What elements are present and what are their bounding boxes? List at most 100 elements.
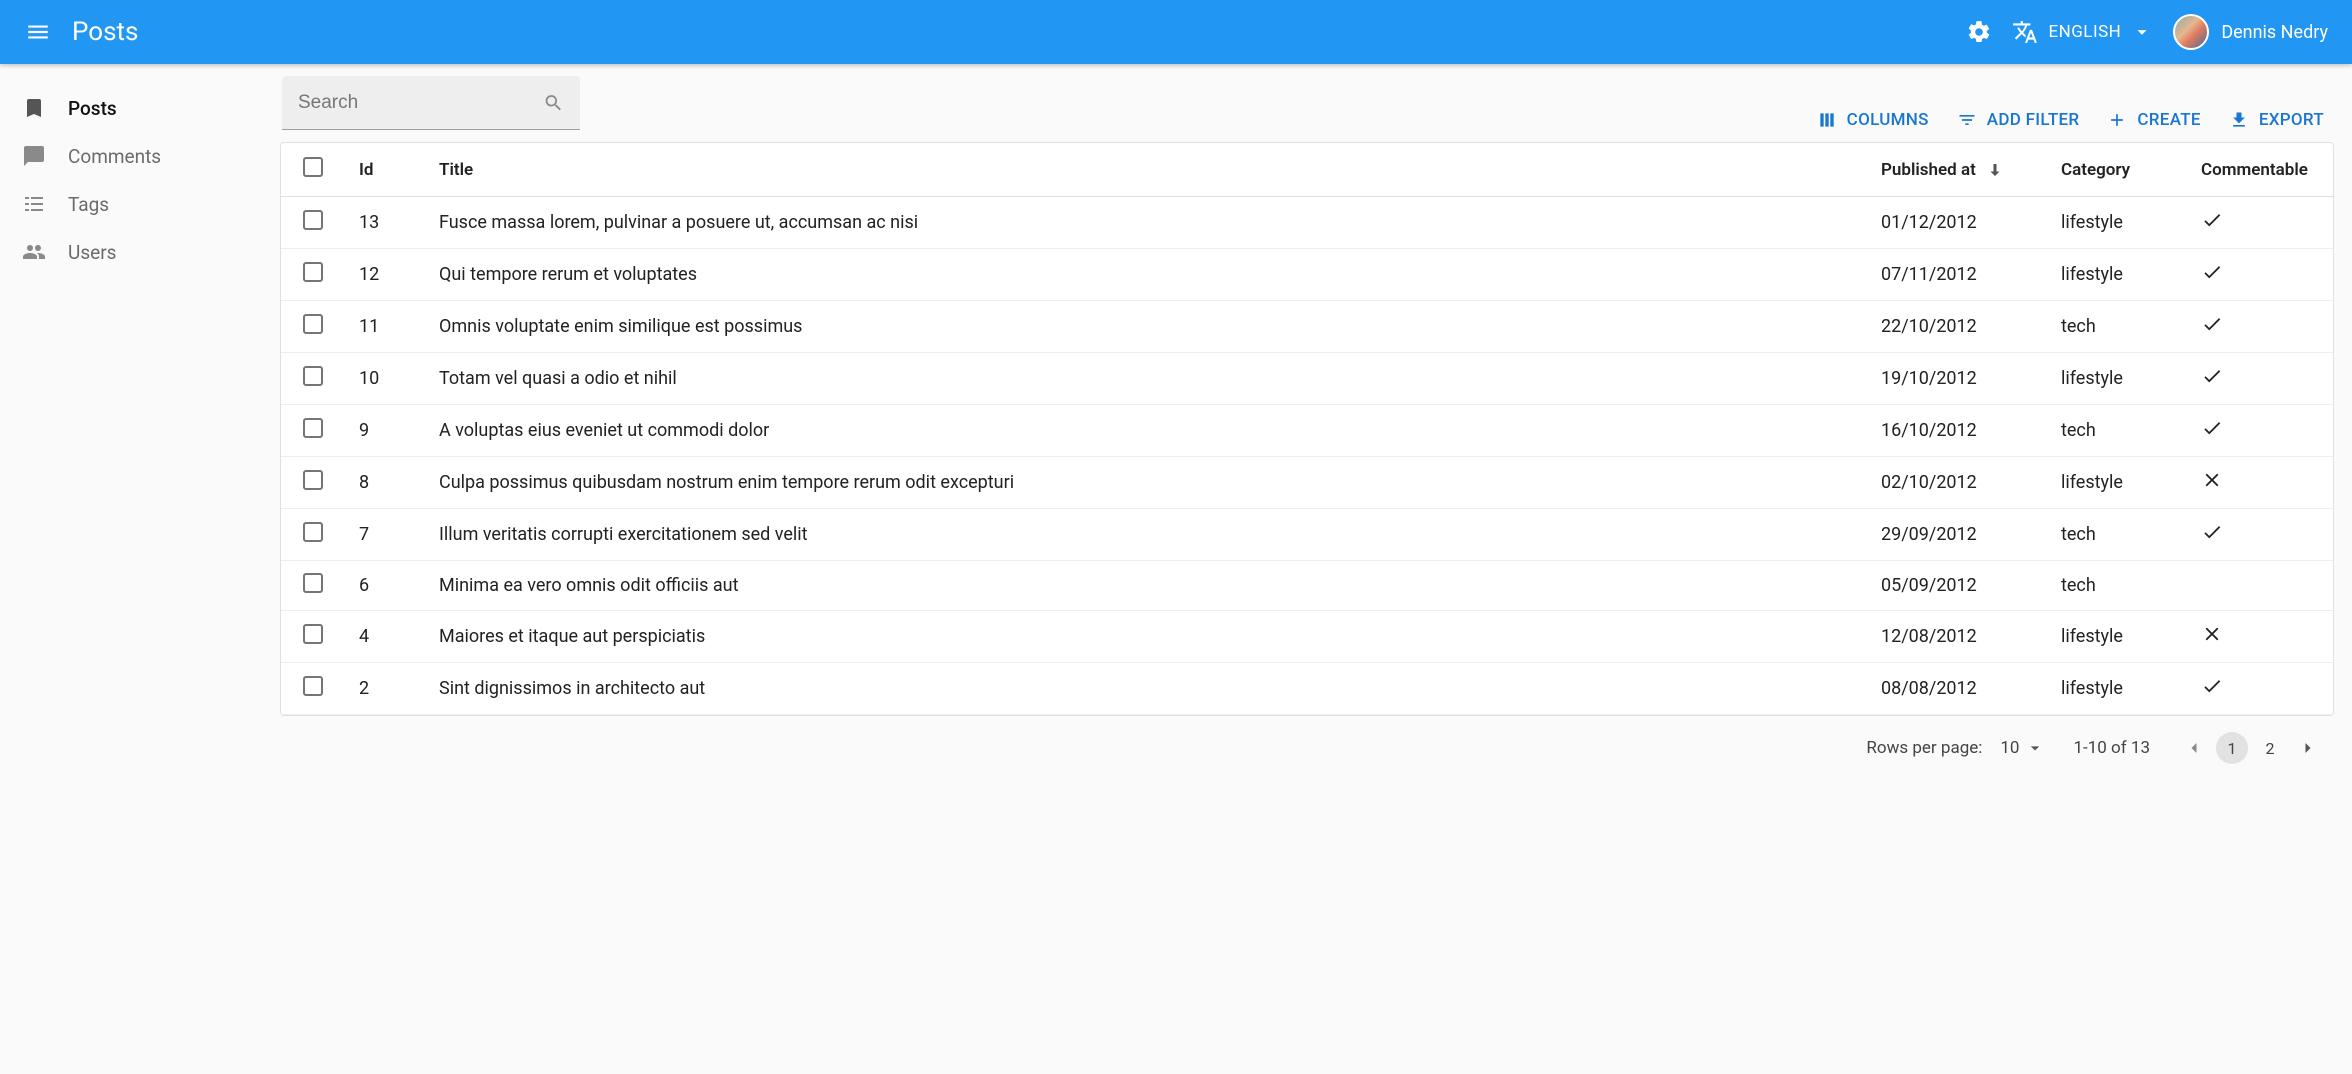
- menu-button[interactable]: [24, 18, 52, 46]
- table-row[interactable]: 10Totam vel quasi a odio et nihil19/10/2…: [281, 353, 2333, 405]
- avatar: [2173, 14, 2209, 50]
- main-content: COLUMNS ADD FILTER CREATE EXPORT: [280, 64, 2352, 786]
- check-icon: [2201, 261, 2223, 283]
- check-icon: [2201, 417, 2223, 439]
- cell-title: Sint dignissimos in architecto aut: [421, 663, 1863, 715]
- col-id[interactable]: Id: [341, 143, 421, 197]
- cell-category: lifestyle: [2043, 197, 2183, 249]
- select-all-checkbox[interactable]: [303, 157, 323, 177]
- row-checkbox[interactable]: [303, 573, 323, 593]
- cell-id: 7: [341, 509, 421, 561]
- export-button[interactable]: EXPORT: [2229, 110, 2324, 130]
- check-icon: [2201, 675, 2223, 697]
- cell-category: tech: [2043, 509, 2183, 561]
- table-body: 13Fusce massa lorem, pulvinar a posuere …: [281, 197, 2333, 715]
- page-1-button[interactable]: 1: [2216, 732, 2248, 764]
- page-2-button[interactable]: 2: [2254, 732, 2286, 764]
- search-input[interactable]: [298, 92, 543, 114]
- sidebar-item-comments[interactable]: Comments: [0, 132, 280, 180]
- language-selector[interactable]: ENGLISH: [2012, 19, 2153, 45]
- sidebar-item-label: Users: [68, 241, 116, 264]
- check-icon: [2201, 209, 2223, 231]
- table-row[interactable]: 6Minima ea vero omnis odit officiis aut0…: [281, 561, 2333, 611]
- cell-commentable: [2183, 663, 2333, 715]
- search-field[interactable]: [282, 76, 580, 130]
- row-checkbox[interactable]: [303, 262, 323, 282]
- bookmark-icon: [22, 96, 46, 120]
- table-row[interactable]: 2Sint dignissimos in architecto aut08/08…: [281, 663, 2333, 715]
- cell-commentable: [2183, 509, 2333, 561]
- cell-category: tech: [2043, 405, 2183, 457]
- download-icon: [2229, 110, 2249, 130]
- table-row[interactable]: 13Fusce massa lorem, pulvinar a posuere …: [281, 197, 2333, 249]
- rows-per-page-select[interactable]: 10: [2000, 738, 2045, 758]
- row-checkbox[interactable]: [303, 418, 323, 438]
- table-row[interactable]: 9A voluptas eius eveniet ut commodi dolo…: [281, 405, 2333, 457]
- rows-per-page-value: 10: [2000, 738, 2019, 758]
- translate-icon: [2012, 19, 2038, 45]
- cell-id: 8: [341, 457, 421, 509]
- cell-title: Illum veritatis corrupti exercitationem …: [421, 509, 1863, 561]
- next-page-button[interactable]: [2292, 732, 2324, 764]
- menu-icon: [25, 19, 51, 45]
- cell-commentable: [2183, 611, 2333, 663]
- close-icon: [2201, 469, 2223, 491]
- check-icon: [2201, 521, 2223, 543]
- check-icon: [2201, 313, 2223, 335]
- cell-published-at: 16/10/2012: [1863, 405, 2043, 457]
- cell-commentable: [2183, 405, 2333, 457]
- cell-title: Totam vel quasi a odio et nihil: [421, 353, 1863, 405]
- sidebar-item-tags[interactable]: Tags: [0, 180, 280, 228]
- add-filter-button[interactable]: ADD FILTER: [1957, 110, 2080, 130]
- cell-published-at: 01/12/2012: [1863, 197, 2043, 249]
- cell-id: 12: [341, 249, 421, 301]
- row-checkbox[interactable]: [303, 366, 323, 386]
- sidebar-item-label: Posts: [68, 97, 117, 120]
- columns-label: COLUMNS: [1847, 110, 1929, 130]
- chat-icon: [22, 144, 46, 168]
- cell-published-at: 22/10/2012: [1863, 301, 2043, 353]
- settings-button[interactable]: [1966, 19, 1992, 45]
- cell-published-at: 05/09/2012: [1863, 561, 2043, 611]
- cell-id: 2: [341, 663, 421, 715]
- col-published-at[interactable]: Published at: [1863, 143, 2043, 197]
- col-commentable[interactable]: Commentable: [2183, 143, 2333, 197]
- cell-commentable: [2183, 457, 2333, 509]
- cell-category: lifestyle: [2043, 353, 2183, 405]
- cell-category: lifestyle: [2043, 663, 2183, 715]
- cell-id: 4: [341, 611, 421, 663]
- sidebar-item-users[interactable]: Users: [0, 228, 280, 276]
- close-icon: [2201, 623, 2223, 645]
- row-checkbox[interactable]: [303, 522, 323, 542]
- sidebar-item-posts[interactable]: Posts: [0, 84, 280, 132]
- table-row[interactable]: 12Qui tempore rerum et voluptates07/11/2…: [281, 249, 2333, 301]
- add-filter-label: ADD FILTER: [1987, 110, 2080, 130]
- cell-published-at: 07/11/2012: [1863, 249, 2043, 301]
- table-row[interactable]: 4Maiores et itaque aut perspiciatis12/08…: [281, 611, 2333, 663]
- cell-title: A voluptas eius eveniet ut commodi dolor: [421, 405, 1863, 457]
- row-checkbox[interactable]: [303, 624, 323, 644]
- table-row[interactable]: 8Culpa possimus quibusdam nostrum enim t…: [281, 457, 2333, 509]
- sidebar-item-label: Tags: [68, 193, 109, 216]
- sidebar-item-label: Comments: [68, 145, 161, 168]
- columns-button[interactable]: COLUMNS: [1817, 110, 1929, 130]
- prev-page-button[interactable]: [2178, 732, 2210, 764]
- col-category[interactable]: Category: [2043, 143, 2183, 197]
- col-title[interactable]: Title: [421, 143, 1863, 197]
- sort-desc-icon: [1986, 161, 2004, 179]
- cell-id: 6: [341, 561, 421, 611]
- create-button[interactable]: CREATE: [2107, 110, 2200, 130]
- row-checkbox[interactable]: [303, 314, 323, 334]
- row-checkbox[interactable]: [303, 676, 323, 696]
- row-checkbox[interactable]: [303, 470, 323, 490]
- cell-title: Omnis voluptate enim similique est possi…: [421, 301, 1863, 353]
- chevron-right-icon: [2298, 738, 2318, 758]
- cell-published-at: 12/08/2012: [1863, 611, 2043, 663]
- row-checkbox[interactable]: [303, 210, 323, 230]
- table-row[interactable]: 11Omnis voluptate enim similique est pos…: [281, 301, 2333, 353]
- table-row[interactable]: 7Illum veritatis corrupti exercitationem…: [281, 509, 2333, 561]
- sidebar: Posts Comments Tags Users: [0, 64, 280, 786]
- cell-title: Maiores et itaque aut perspiciatis: [421, 611, 1863, 663]
- user-menu[interactable]: Dennis Nedry: [2173, 14, 2328, 50]
- cell-title: Minima ea vero omnis odit officiis aut: [421, 561, 1863, 611]
